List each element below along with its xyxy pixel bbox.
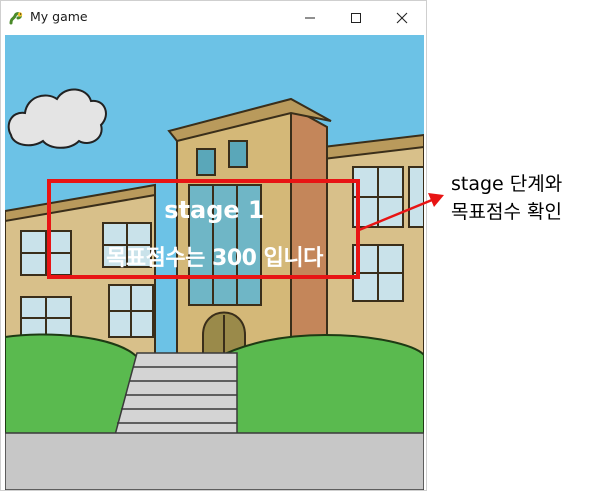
title-bar[interactable]: My game [1,1,426,34]
maximize-button[interactable] [333,1,379,34]
annotation-line-2: 목표점수 확인 [451,201,562,223]
pygame-snake-icon [9,12,23,25]
minimize-button[interactable] [287,1,333,34]
close-icon [396,12,408,23]
minimize-icon [305,17,315,18]
maximize-icon [351,12,361,23]
close-button[interactable] [379,1,425,34]
highlight-box [47,179,360,279]
window-title: My game [30,9,88,24]
annotation-line-1: stage 단계와 [451,173,563,195]
annotation-note: stage 단계와 목표점수 확인 [451,170,562,226]
